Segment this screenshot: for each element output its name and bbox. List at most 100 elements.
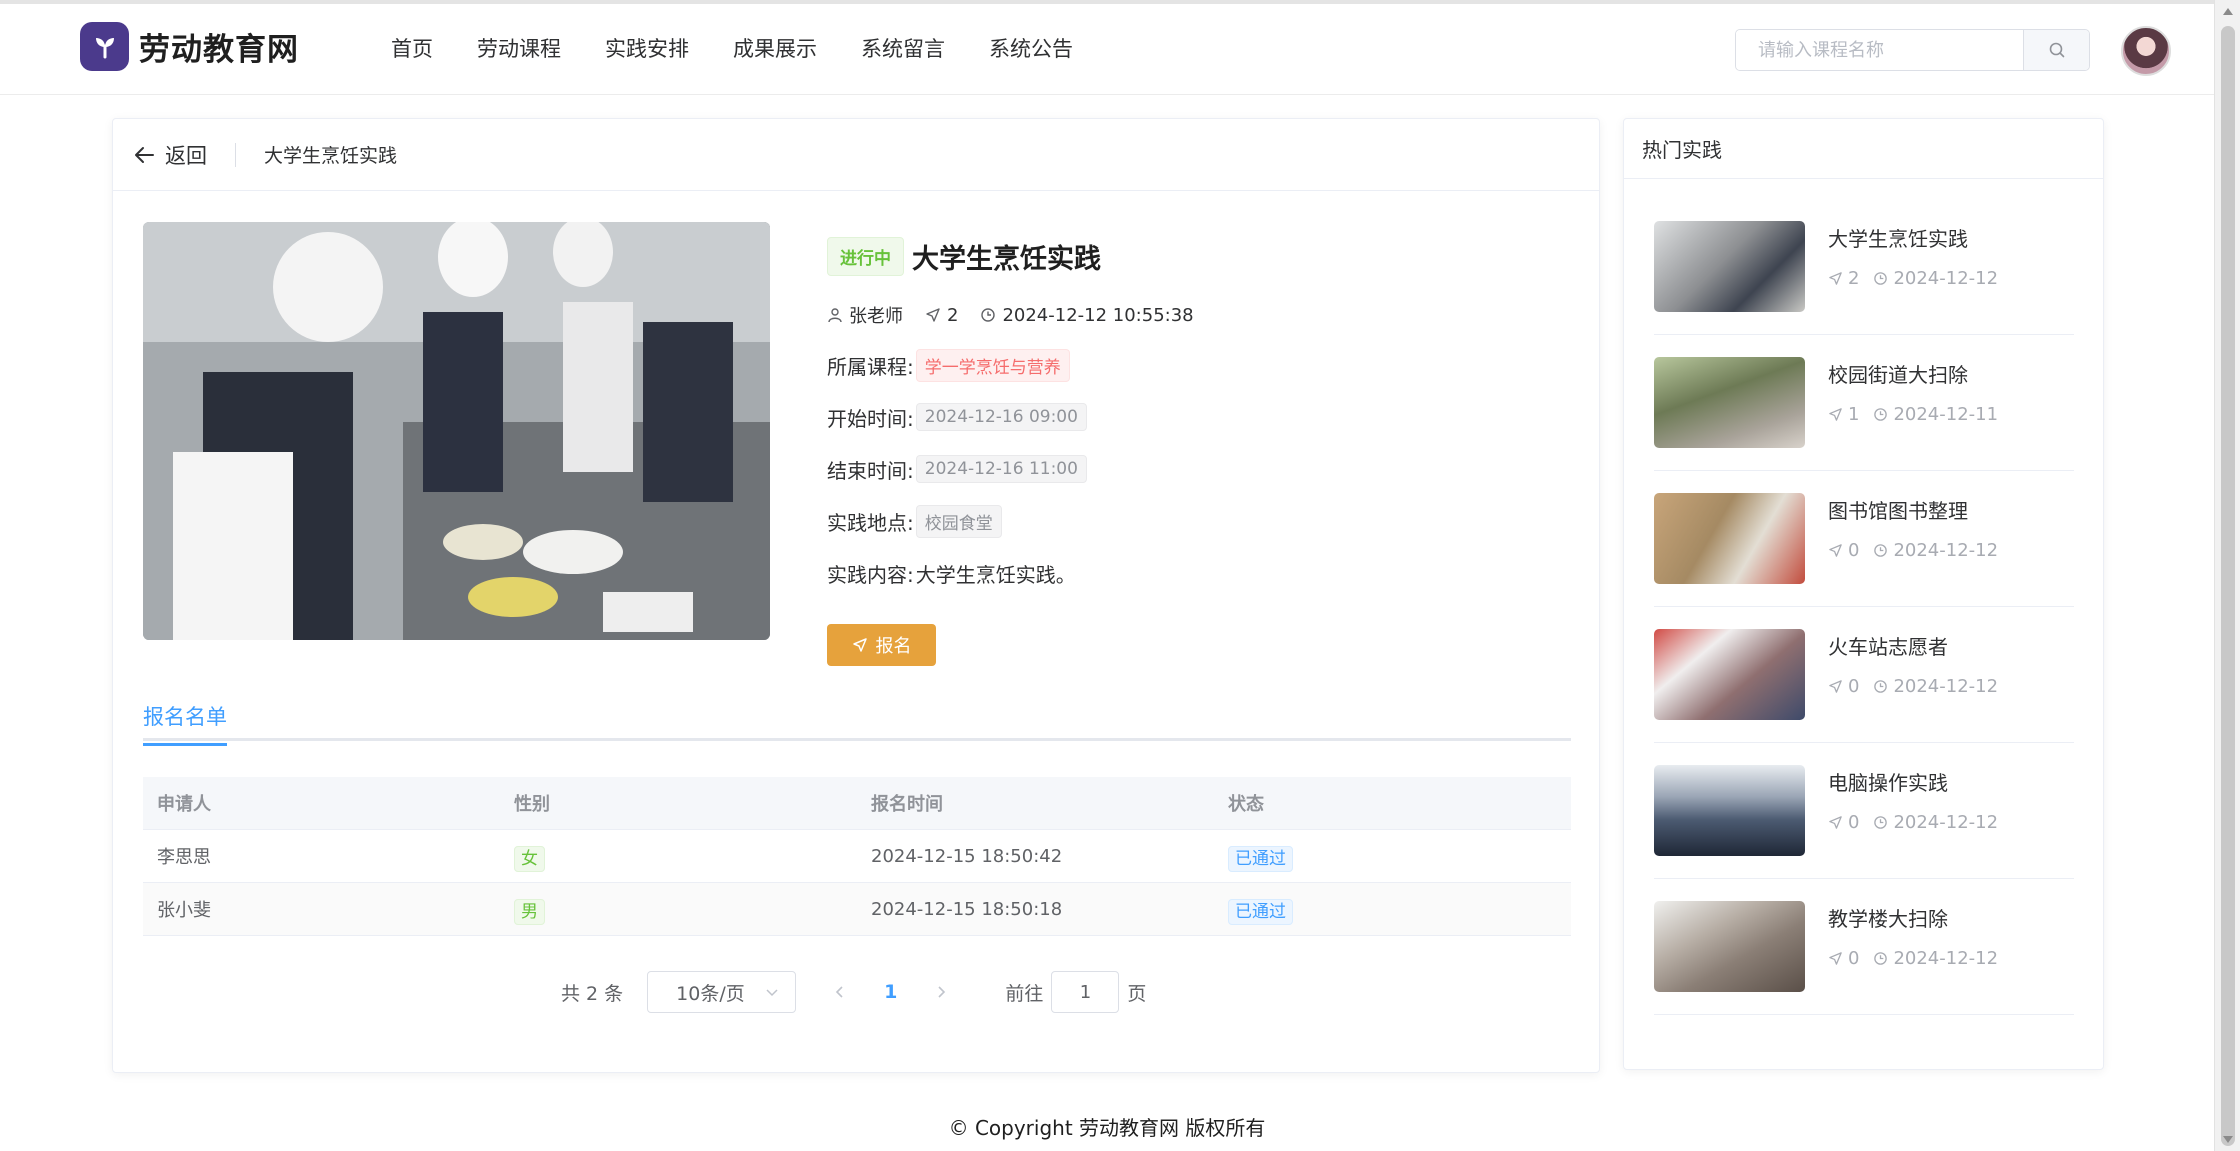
- gender-cell: 女: [500, 844, 857, 872]
- hot-practice-meta: 0 2024-12-12: [1828, 948, 2012, 969]
- practice-thumbnail: [1654, 493, 1805, 584]
- hot-practice-body: 大学生烹饪实践 2 2024-12-12: [1828, 221, 2012, 334]
- nav-achievements[interactable]: 成果展示: [733, 31, 817, 67]
- hot-practice-item[interactable]: 校园街道大扫除 1 2024-12-11: [1654, 335, 2074, 471]
- publish-date: 2024-12-12: [1893, 540, 1999, 561]
- column-header: 状态: [1228, 794, 1264, 815]
- send-icon: [1829, 816, 1842, 829]
- nav-announcements[interactable]: 系统公告: [989, 31, 1073, 67]
- date-meta: 2024-12-11: [1873, 404, 1998, 425]
- course-label: 所属课程:: [827, 354, 914, 379]
- site-name: 劳动教育网: [139, 32, 299, 68]
- nav-practice[interactable]: 实践安排: [605, 31, 689, 67]
- nav-home[interactable]: 首页: [391, 31, 433, 67]
- column-header: 申请人: [157, 794, 211, 815]
- signup-button[interactable]: 报名: [827, 624, 936, 666]
- hot-practice-item-title: 电脑操作实践: [1828, 771, 1948, 795]
- practice-info: 进行中 大学生烹饪实践 张老师 2 2024-12-12 10:55:38 所属…: [827, 237, 1216, 588]
- start-field: 开始时间: 2024-12-16 09:00: [827, 402, 1216, 432]
- practice-title: 大学生烹饪实践: [912, 244, 1101, 275]
- course-tag: 学一学烹饪与营养: [915, 348, 1070, 382]
- hot-practice-meta: 0 2024-12-12: [1828, 812, 2012, 833]
- site-footer: © Copyright 劳动教育网 版权所有: [948, 1116, 1266, 1140]
- practice-meta: 张老师 2 2024-12-12 10:55:38: [827, 302, 1216, 328]
- hot-practice-body: 火车站志愿者 0 2024-12-12: [1828, 629, 2012, 742]
- prev-page-button[interactable]: [834, 980, 846, 1004]
- nav-courses[interactable]: 劳动课程: [477, 31, 561, 67]
- status-cell: 已通过: [1214, 844, 1571, 872]
- goto-page-input[interactable]: [1051, 971, 1120, 1013]
- practice-thumbnail: [1654, 629, 1805, 720]
- page-number[interactable]: 1: [884, 981, 897, 1003]
- site-logo[interactable]: 劳动教育网: [80, 22, 299, 71]
- signup-count: 0: [1848, 540, 1860, 561]
- end-field: 结束时间: 2024-12-16 11:00: [827, 454, 1216, 484]
- location-value: 校园食堂: [915, 504, 1002, 538]
- applicant-name: 张小斐: [157, 900, 211, 921]
- clock-icon: [981, 308, 996, 322]
- pagination: 共 2 条 10条/页 1 前往 页: [561, 971, 1146, 1013]
- clock-icon: [1874, 816, 1888, 829]
- title-row: 进行中 大学生烹饪实践: [827, 237, 1216, 276]
- send-icon: [1829, 544, 1842, 557]
- next-page-button[interactable]: [935, 980, 947, 1004]
- hot-practice-meta: 0 2024-12-12: [1828, 676, 2012, 697]
- total-count: 共 2 条: [561, 982, 624, 1005]
- practice-thumbnail: [1654, 901, 1805, 992]
- back-label: 返回: [165, 143, 207, 168]
- send-icon: [1829, 952, 1842, 965]
- count-meta: 0: [1828, 812, 1859, 833]
- hot-practice-meta: 2 2024-12-12: [1828, 268, 2012, 289]
- chevron-down-icon: [766, 989, 778, 997]
- sprout-logo-icon: [80, 22, 129, 71]
- signup-count: 2: [1848, 268, 1860, 289]
- end-time: 2024-12-16 11:00: [915, 455, 1087, 483]
- signup-time: 2024-12-15 18:50:42: [871, 845, 1063, 867]
- hot-practice-body: 图书馆图书整理 0 2024-12-12: [1828, 493, 2012, 606]
- user-avatar[interactable]: [2121, 26, 2171, 76]
- clock-icon: [1874, 952, 1888, 965]
- scroll-up-arrow-icon[interactable]: [2223, 8, 2233, 15]
- count-meta: 2: [1828, 268, 1859, 289]
- hot-practice-meta: 0 2024-12-12: [1828, 540, 2012, 561]
- page-scrollbar[interactable]: [2214, 0, 2240, 1151]
- hot-practice-item[interactable]: 图书馆图书整理 0 2024-12-12: [1654, 471, 2074, 607]
- signup-button-label: 报名: [875, 636, 912, 656]
- hot-practice-item[interactable]: 火车站志愿者 0 2024-12-12: [1654, 607, 2074, 743]
- signup-time: 2024-12-15 18:50:18: [871, 898, 1063, 920]
- nav-messages[interactable]: 系统留言: [861, 31, 945, 67]
- status-tag: 已通过: [1228, 845, 1293, 872]
- goto-label: 前往: [1005, 982, 1044, 1005]
- date-meta: 2024-12-12: [1873, 540, 1998, 561]
- page-size-select[interactable]: 10条/页: [647, 971, 797, 1013]
- teacher-name: 张老师: [849, 306, 903, 327]
- status-badge: 进行中: [827, 237, 904, 276]
- count-meta: 0: [1828, 948, 1859, 969]
- published-meta: 2024-12-12 10:55:38: [980, 305, 1194, 326]
- hot-practice-card: 热门实践 大学生烹饪实践 2 2024-12-12 校园街道大扫除 1 2024…: [1623, 118, 2104, 1070]
- publish-date: 2024-12-12: [1893, 676, 1999, 697]
- scrollbar-thumb[interactable]: [2221, 26, 2235, 1146]
- signup-count-meta: 2: [925, 305, 958, 326]
- send-icon: [1829, 680, 1842, 693]
- tab-signup-list[interactable]: 报名名单: [143, 701, 227, 746]
- scroll-down-arrow-icon[interactable]: [2223, 1136, 2233, 1143]
- signup-count: 0: [1848, 948, 1860, 969]
- user-icon: [828, 308, 842, 323]
- search-input[interactable]: [1736, 30, 2023, 70]
- date-meta: 2024-12-12: [1873, 812, 1998, 833]
- status-tag: 已通过: [1228, 898, 1293, 925]
- hot-practice-body: 教学楼大扫除 0 2024-12-12: [1828, 901, 2012, 1014]
- hot-practice-item[interactable]: 教学楼大扫除 0 2024-12-12: [1654, 879, 2074, 1015]
- hot-practice-item[interactable]: 大学生烹饪实践 2 2024-12-12: [1654, 199, 2074, 335]
- search-button[interactable]: [2023, 30, 2089, 70]
- applicant-name: 李思思: [157, 847, 211, 868]
- count-meta: 0: [1828, 676, 1859, 697]
- breadcrumb-current: 大学生烹饪实践: [264, 145, 398, 167]
- gender-cell: 男: [500, 897, 857, 925]
- signup-count: 0: [1848, 676, 1860, 697]
- back-button[interactable]: 返回: [133, 140, 207, 170]
- date-meta: 2024-12-12: [1873, 676, 1998, 697]
- hot-practice-item[interactable]: 电脑操作实践 0 2024-12-12: [1654, 743, 2074, 879]
- send-icon: [1829, 408, 1842, 421]
